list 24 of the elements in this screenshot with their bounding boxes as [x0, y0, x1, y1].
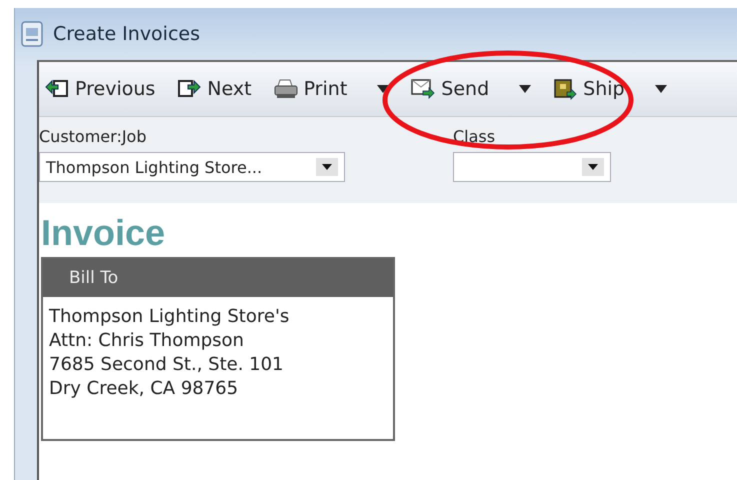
- form-title: Invoice: [41, 213, 166, 253]
- caret-icon[interactable]: [377, 85, 390, 93]
- address-line: 7685 Second St., Ste. 101: [49, 352, 285, 377]
- toolbar-button[interactable]: Send: [411, 78, 490, 100]
- printer-icon: [274, 78, 298, 100]
- dropdown-field[interactable]: Thompson Lighting Store...: [39, 152, 345, 182]
- toolbar-button[interactable]: Print: [274, 78, 348, 100]
- address-line: Attn: Chris Thompson: [49, 328, 245, 353]
- package-icon: [553, 78, 578, 100]
- document-icon: [21, 21, 43, 47]
- toolbar-button[interactable]: Ship: [553, 78, 625, 100]
- address-line: Dry Creek, CA 98765: [49, 376, 240, 401]
- field-label: Customer:Job: [39, 127, 148, 146]
- window-title: Create Invoices: [53, 23, 200, 45]
- toolbar-button[interactable]: Previous: [45, 78, 156, 100]
- bill-to-heading: Bill To: [43, 258, 393, 297]
- caret-icon[interactable]: [654, 85, 667, 93]
- back-arrow-icon: [45, 78, 69, 100]
- envelope-icon: [411, 78, 436, 100]
- forward-arrow-icon: [177, 78, 202, 100]
- toolbar-button[interactable]: Next: [177, 78, 252, 100]
- dropdown-field[interactable]: [453, 152, 611, 182]
- caret-icon[interactable]: [519, 85, 532, 93]
- address-line: Thompson Lighting Store's: [49, 304, 290, 329]
